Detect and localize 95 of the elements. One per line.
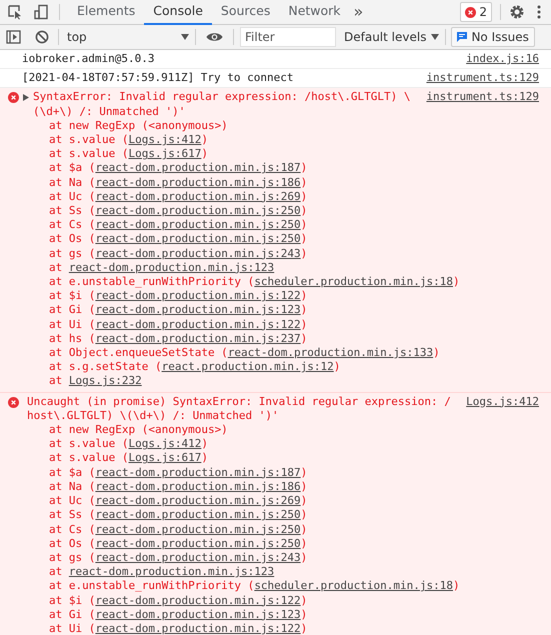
stack-frame: at Cs (react-dom.production.min.js:250) [8, 522, 539, 537]
stack-frame: at new RegExp (<anonymous>) [8, 423, 539, 438]
stack-frame: at Ss (react-dom.production.min.js:250) [8, 508, 539, 522]
stack-link[interactable]: react-dom.production.min.js:123 [68, 260, 274, 274]
stack-link[interactable]: react-dom.production.min.js:243 [95, 550, 301, 564]
stack-link[interactable]: react-dom.production.min.js:123 [68, 565, 274, 578]
stack-link[interactable]: react-dom.production.min.js:122 [95, 594, 301, 607]
stack-link[interactable]: react-dom.production.min.js:122 [95, 622, 301, 635]
panel-tab[interactable]: Sources [212, 0, 280, 24]
stack-frame: at Gi (react-dom.production.min.js:123) [8, 608, 539, 622]
expand-triangle-icon[interactable] [23, 94, 29, 102]
stack-link[interactable]: react-dom.production.min.js:187 [95, 466, 301, 479]
stack-link[interactable]: react-dom.production.min.js:250 [95, 522, 301, 536]
more-tabs-button[interactable]: » [354, 0, 364, 24]
stack-frame: at s.g.setState (react.production.min.js:12) [8, 360, 539, 374]
dropdown-caret-icon [181, 34, 189, 40]
stack-link[interactable]: Logs.js:412 [128, 133, 202, 146]
stack-frame: at e.unstable_runWithPriority (scheduler.production.min.js:18) [8, 579, 539, 594]
stack-link[interactable]: react-dom.production.min.js:250 [95, 232, 301, 246]
clear-console-icon[interactable] [35, 30, 49, 44]
stack-frame: at Ui (react-dom.production.min.js:122) [8, 318, 539, 332]
device-toolbar-icon[interactable] [33, 4, 49, 20]
error-count-badge[interactable]: 2 [460, 2, 492, 22]
message-text: [2021-04-18T07:57:59.911Z] Try to connect [22, 71, 295, 86]
panel-tab[interactable]: Elements [68, 0, 144, 24]
stack-frame: at $a (react-dom.production.min.js:187) [8, 466, 539, 480]
stack-frame: at Os (react-dom.production.min.js:250) [8, 232, 539, 247]
stack-frame: at Na (react-dom.production.min.js:186) [8, 480, 539, 494]
stack-link[interactable]: react-dom.production.min.js:269 [95, 190, 301, 203]
stack-frame: at Na (react-dom.production.min.js:186) [8, 176, 539, 190]
message-icon [457, 32, 468, 42]
stack-frame: at s.value (Logs.js:617) [8, 451, 539, 466]
inspect-icon[interactable] [7, 4, 23, 20]
dropdown-caret-icon [431, 34, 440, 40]
error-icon [8, 396, 19, 408]
stack-link[interactable]: Logs.js:412 [128, 437, 202, 450]
settings-icon[interactable] [509, 4, 525, 20]
stack-link[interactable]: react-dom.production.min.js:243 [95, 246, 301, 260]
stack-link[interactable]: Logs.js:617 [128, 147, 202, 160]
stack-frame: at $a (react-dom.production.min.js:187) [8, 161, 539, 176]
stack-frame: at Logs.js:232 [8, 374, 539, 389]
error-icon [465, 6, 476, 18]
levels-dropdown[interactable]: Default levels [344, 26, 440, 48]
stack-link[interactable]: react-dom.production.min.js:123 [95, 303, 301, 316]
stack-frame: at s.value (Logs.js:412) [8, 133, 539, 148]
stack-link[interactable]: react-dom.production.min.js:122 [95, 318, 301, 331]
error-icon [8, 92, 19, 104]
stack-link[interactable]: react-dom.production.min.js:123 [95, 608, 301, 621]
stack-link[interactable]: react-dom.production.min.js:187 [95, 161, 301, 174]
stack-link[interactable]: scheduler.production.min.js:18 [254, 275, 453, 288]
stack-link[interactable]: react-dom.production.min.js:250 [95, 218, 301, 232]
stack-link[interactable]: react-dom.production.min.js:250 [95, 536, 301, 550]
stack-frame: at Ss (react-dom.production.min.js:250) [8, 204, 539, 218]
stack-link[interactable]: react-dom.production.min.js:237 [95, 332, 301, 345]
issues-button[interactable]: No Issues [451, 27, 535, 47]
eye-icon[interactable] [206, 31, 223, 43]
source-link[interactable]: instrument.ts:129 [426, 71, 539, 86]
stack-link[interactable]: react-dom.production.min.js:122 [95, 289, 301, 302]
stack-frame: at Ui (react-dom.production.min.js:122) [8, 622, 539, 635]
stack-frame: at Gi (react-dom.production.min.js:123) [8, 303, 539, 318]
stack-frame: at react-dom.production.min.js:123 [8, 260, 539, 276]
more-menu-icon[interactable] [537, 5, 541, 19]
stack-frame: at Uc (react-dom.production.min.js:269) [8, 190, 539, 204]
stack-frame: at Os (react-dom.production.min.js:250) [8, 536, 539, 551]
source-link[interactable]: index.js:16 [466, 52, 539, 66]
stack-frame: at react-dom.production.min.js:123 [8, 565, 539, 580]
message-text: iobroker.admin@5.0.3 [22, 52, 156, 66]
stack-link[interactable]: react-dom.production.min.js:186 [95, 480, 301, 493]
stack-frame: at s.value (Logs.js:412) [8, 437, 539, 452]
source-link[interactable]: Logs.js:412 [466, 394, 539, 409]
stack-link[interactable]: react-dom.production.min.js:250 [95, 204, 301, 218]
stack-link[interactable]: Logs.js:232 [68, 374, 142, 388]
stack-frame: at Uc (react-dom.production.min.js:269) [8, 494, 539, 508]
stack-frame: at hs (react-dom.production.min.js:237) [8, 332, 539, 346]
filter-field[interactable]: Filter [240, 27, 336, 47]
stack-link[interactable]: react-dom.production.min.js:186 [95, 176, 301, 189]
panel-tab[interactable]: Network [279, 0, 350, 24]
stack-frame: at $i (react-dom.production.min.js:122) [8, 594, 539, 608]
stack-frame: at $i (react-dom.production.min.js:122) [8, 289, 539, 304]
stack-frame: at Object.enqueueSetState (react-dom.production.min.js:133) [8, 346, 539, 360]
stack-link[interactable]: scheduler.production.min.js:18 [254, 579, 453, 592]
stack-frame: at s.value (Logs.js:617) [8, 147, 539, 162]
stack-frame: at gs (react-dom.production.min.js:243) [8, 550, 539, 566]
source-link[interactable]: instrument.ts:129 [426, 90, 539, 105]
stack-link[interactable]: react-dom.production.min.js:269 [95, 494, 301, 508]
sidebar-toggle-icon[interactable] [6, 30, 21, 44]
stack-frame: at e.unstable_runWithPriority (scheduler.production.min.js:18) [8, 275, 539, 290]
stack-link[interactable]: react.production.min.js:12 [162, 360, 334, 374]
stack-link[interactable]: react-dom.production.min.js:250 [95, 508, 301, 522]
stack-frame: at Cs (react-dom.production.min.js:250) [8, 218, 539, 232]
stack-frame: at gs (react-dom.production.min.js:243) [8, 246, 539, 261]
stack-frame: at new RegExp (<anonymous>) [8, 118, 539, 134]
context-select[interactable]: top [59, 26, 195, 48]
stack-link[interactable]: Logs.js:617 [128, 451, 202, 464]
stack-link[interactable]: react-dom.production.min.js:133 [228, 346, 434, 360]
